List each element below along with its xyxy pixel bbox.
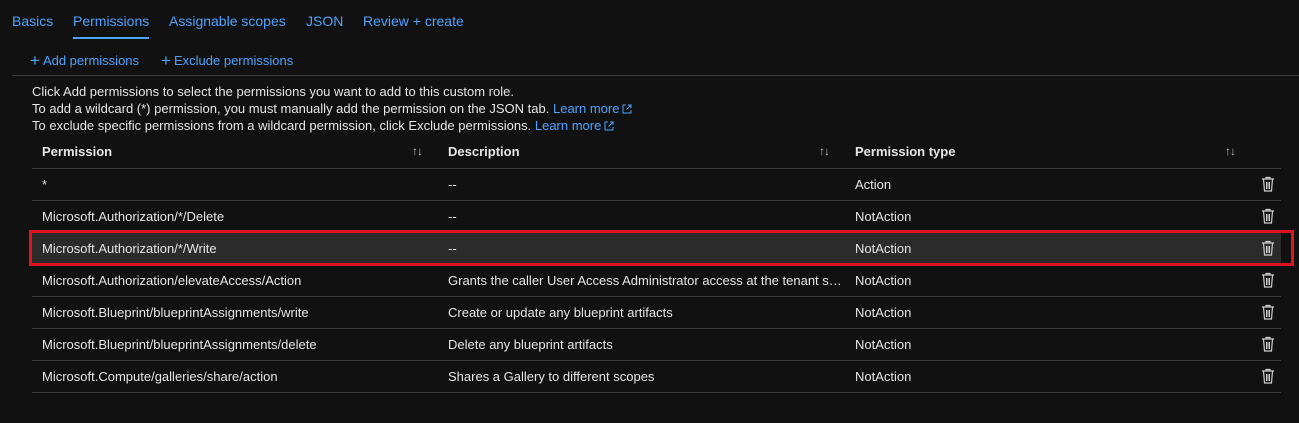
trash-icon[interactable] [1261, 240, 1275, 256]
description-cell: -- [448, 241, 457, 256]
description-cell: -- [448, 177, 457, 192]
table-row[interactable]: Microsoft.Authorization/*/Delete -- NotA… [32, 201, 1281, 233]
permission-type-cell: NotAction [855, 209, 912, 224]
add-permissions-button[interactable]: + Add permissions [30, 52, 139, 69]
permission-type-cell: NotAction [855, 241, 912, 256]
permission-type-cell: NotAction [855, 337, 912, 352]
info-line-3: To exclude specific permissions from a w… [32, 117, 632, 134]
learn-more-link-json[interactable]: Learn more [553, 101, 632, 116]
table-body: * -- Action Microsoft.Authorization/*/De… [32, 169, 1281, 393]
permission-cell: Microsoft.Authorization/elevateAccess/Ac… [42, 273, 302, 288]
plus-icon: + [161, 50, 171, 70]
permission-cell: Microsoft.Blueprint/blueprintAssignments… [42, 305, 309, 320]
external-link-icon [622, 104, 632, 114]
description-cell: -- [448, 209, 457, 224]
permission-cell: Microsoft.Blueprint/blueprintAssignments… [42, 337, 317, 352]
custom-role-permissions-page: Basics Permissions Assignable scopes JSO… [0, 0, 1299, 423]
table-row[interactable]: Microsoft.Authorization/*/Write -- NotAc… [32, 233, 1281, 265]
tab-json[interactable]: JSON [306, 0, 343, 29]
permission-type-cell: NotAction [855, 369, 912, 384]
permission-type-cell: Action [855, 177, 892, 192]
description-cell: Shares a Gallery to different scopes [448, 369, 655, 384]
info-text: Click Add permissions to select the perm… [32, 83, 632, 134]
tab-review-create[interactable]: Review + create [363, 0, 464, 29]
column-header-permission-type[interactable]: Permission type [855, 144, 955, 159]
trash-icon[interactable] [1261, 304, 1275, 320]
permission-cell: Microsoft.Authorization/*/Delete [42, 209, 225, 224]
permissions-table: Permission ↑↓ Description ↑↓ Permission … [32, 136, 1281, 393]
table-row[interactable]: Microsoft.Blueprint/blueprintAssignments… [32, 329, 1281, 361]
info-line-2-text: To add a wildcard (*) permission, you mu… [32, 101, 550, 116]
table-row[interactable]: Microsoft.Compute/galleries/share/action… [32, 361, 1281, 393]
trash-icon[interactable] [1261, 336, 1275, 352]
trash-icon[interactable] [1261, 368, 1275, 384]
permission-type-cell: NotAction [855, 305, 912, 320]
description-cell: Delete any blueprint artifacts [448, 337, 613, 352]
table-row[interactable]: * -- Action [32, 169, 1281, 201]
sort-icon[interactable]: ↑↓ [819, 144, 830, 158]
tab-assignable-scopes[interactable]: Assignable scopes [169, 0, 286, 29]
command-bar-divider [12, 75, 1299, 76]
info-line-3-text: To exclude specific permissions from a w… [32, 118, 532, 133]
learn-more-link-exclude[interactable]: Learn more [535, 118, 614, 133]
permission-cell: * [42, 177, 48, 192]
permission-cell: Microsoft.Compute/galleries/share/action [42, 369, 278, 384]
add-permissions-label: Add permissions [42, 52, 140, 68]
trash-icon[interactable] [1261, 272, 1275, 288]
trash-icon[interactable] [1261, 176, 1275, 192]
description-cell: Create or update any blueprint artifacts [448, 305, 673, 320]
permission-cell: Microsoft.Authorization/*/Write [42, 241, 217, 256]
exclude-permissions-label: Exclude permissions [173, 52, 294, 68]
tab-basics[interactable]: Basics [12, 0, 53, 29]
trash-icon[interactable] [1261, 208, 1275, 224]
description-cell: Grants the caller User Access Administra… [448, 273, 845, 288]
table-header: Permission ↑↓ Description ↑↓ Permission … [32, 136, 1281, 169]
table-row[interactable]: Microsoft.Authorization/elevateAccess/Ac… [32, 265, 1281, 297]
exclude-permissions-button[interactable]: + Exclude permissions [161, 52, 293, 69]
learn-more-label: Learn more [534, 118, 602, 133]
command-bar: + Add permissions + Exclude permissions [30, 50, 293, 70]
info-line-2: To add a wildcard (*) permission, you mu… [32, 100, 632, 117]
table-row[interactable]: Microsoft.Blueprint/blueprintAssignments… [32, 297, 1281, 329]
sort-icon[interactable]: ↑↓ [1225, 144, 1236, 158]
sort-icon[interactable]: ↑↓ [412, 144, 423, 158]
permission-type-cell: NotAction [855, 273, 912, 288]
learn-more-label: Learn more [552, 101, 620, 116]
column-header-permission[interactable]: Permission [42, 144, 112, 159]
column-header-description[interactable]: Description [448, 144, 520, 159]
external-link-icon [604, 121, 614, 131]
plus-icon: + [30, 50, 40, 70]
tab-permissions[interactable]: Permissions [73, 0, 150, 39]
info-line-1: Click Add permissions to select the perm… [32, 84, 514, 99]
